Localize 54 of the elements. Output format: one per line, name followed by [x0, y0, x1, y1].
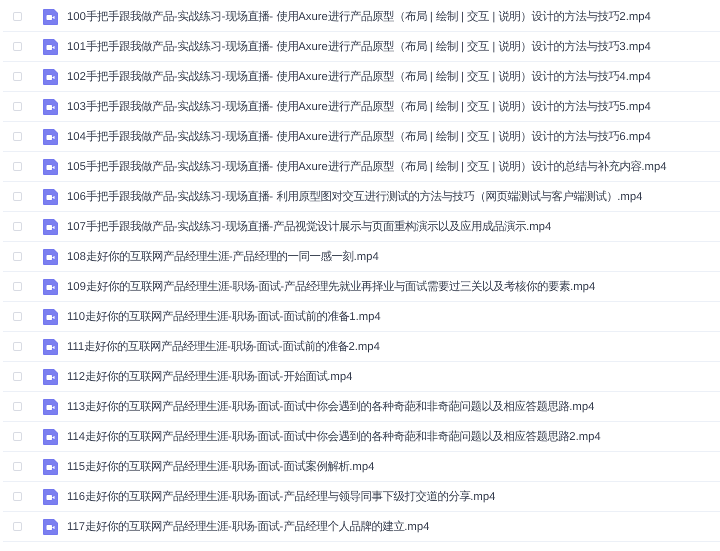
video-file-icon: [43, 488, 58, 504]
video-file-icon: [43, 158, 58, 174]
video-file-icon: [43, 68, 58, 84]
checkbox[interactable]: [13, 72, 22, 81]
checkbox[interactable]: [13, 132, 22, 141]
file-name[interactable]: 106手把手跟我做产品-实战练习-现场直播- 利用原型图对交互进行测试的方法与技巧（网页端测试与客户端测试）.mp4: [67, 189, 642, 204]
checkbox[interactable]: [13, 192, 22, 201]
video-file-icon: [43, 98, 58, 114]
checkbox[interactable]: [13, 12, 22, 21]
video-file-icon: [43, 38, 58, 54]
file-name[interactable]: 117走好你的互联网产品经理生涯-职场-面试-产品经理个人品牌的建立.mp4: [67, 519, 430, 534]
video-file-icon: [43, 458, 58, 474]
file-name[interactable]: 103手把手跟我做产品-实战练习-现场直播- 使用Axure进行产品原型（布局 | 绘制 | 交互 | 说明）设计的方法与技巧5.mp4: [67, 99, 651, 114]
video-file-icon: [43, 248, 58, 264]
checkbox[interactable]: [13, 432, 22, 441]
file-name[interactable]: 102手把手跟我做产品-实战练习-现场直播- 使用Axure进行产品原型（布局 | 绘制 | 交互 | 说明）设计的方法与技巧4.mp4: [67, 69, 651, 84]
video-file-icon: [43, 338, 58, 354]
checkbox[interactable]: [13, 42, 22, 51]
checkbox[interactable]: [13, 102, 22, 111]
checkbox[interactable]: [13, 252, 22, 261]
file-name[interactable]: 109走好你的互联网产品经理生涯-职场-面试-产品经理先就业再择业与面试需要过三关以及考核你的要素.mp4: [67, 279, 596, 294]
checkbox[interactable]: [13, 312, 22, 321]
video-file-icon: [43, 308, 58, 324]
video-file-icon: [43, 218, 58, 234]
file-name[interactable]: 115走好你的互联网产品经理生涯-职场-面试-面试案例解析.mp4: [67, 459, 374, 474]
file-name[interactable]: 101手把手跟我做产品-实战练习-现场直播- 使用Axure进行产品原型（布局 | 绘制 | 交互 | 说明）设计的方法与技巧3.mp4: [67, 39, 651, 54]
video-file-icon: [43, 368, 58, 384]
checkbox[interactable]: [13, 462, 22, 471]
video-file-icon: [43, 128, 58, 144]
checkbox[interactable]: [13, 372, 22, 381]
file-name[interactable]: 113走好你的互联网产品经理生涯-职场-面试-面试中你会遇到的各种奇葩和非奇葩问题以及相应答题思路.mp4: [67, 399, 594, 414]
checkbox[interactable]: [13, 402, 22, 411]
checkbox[interactable]: [13, 222, 22, 231]
file-name[interactable]: 104手把手跟我做产品-实战练习-现场直播- 使用Axure进行产品原型（布局 | 绘制 | 交互 | 说明）设计的方法与技巧6.mp4: [67, 129, 651, 144]
checkbox[interactable]: [13, 282, 22, 291]
video-file-icon: [43, 518, 58, 534]
file-name[interactable]: 116走好你的互联网产品经理生涯-职场-面试-产品经理与领导同事下级打交道的分享.mp4: [67, 489, 496, 504]
checkbox[interactable]: [13, 162, 22, 171]
checkbox[interactable]: [13, 342, 22, 351]
video-file-icon: [43, 8, 58, 24]
video-file-icon: [43, 188, 58, 204]
checkbox[interactable]: [13, 522, 22, 531]
file-name[interactable]: 108走好你的互联网产品经理生涯-产品经理的一同一感一刻.mp4: [67, 249, 379, 264]
video-file-icon: [43, 398, 58, 414]
file-name[interactable]: 112走好你的互联网产品经理生涯-职场-面试-开始面试.mp4: [67, 369, 352, 384]
file-name[interactable]: 111走好你的互联网产品经理生涯-职场-面试-面试前的准备2.mp4: [67, 339, 380, 354]
file-name[interactable]: 107手把手跟我做产品-实战练习-现场直播-产品视觉设计展示与页面重构演示以及应用成品演示.mp4: [67, 219, 552, 234]
file-name[interactable]: 105手把手跟我做产品-实战练习-现场直播- 使用Axure进行产品原型（布局 | 绘制 | 交互 | 说明）设计的总结与补充内容.mp4: [67, 159, 667, 174]
video-file-icon: [43, 278, 58, 294]
checkbox[interactable]: [13, 492, 22, 501]
video-file-icon: [43, 428, 58, 444]
file-name[interactable]: 114走好你的互联网产品经理生涯-职场-面试-面试中你会遇到的各种奇葩和非奇葩问题以及相应答题思路2.mp4: [67, 429, 601, 444]
file-name[interactable]: 110走好你的互联网产品经理生涯-职场-面试-面试前的准备1.mp4: [67, 309, 381, 324]
file-name[interactable]: 100手把手跟我做产品-实战练习-现场直播- 使用Axure进行产品原型（布局 | 绘制 | 交互 | 说明）设计的方法与技巧2.mp4: [67, 9, 651, 24]
